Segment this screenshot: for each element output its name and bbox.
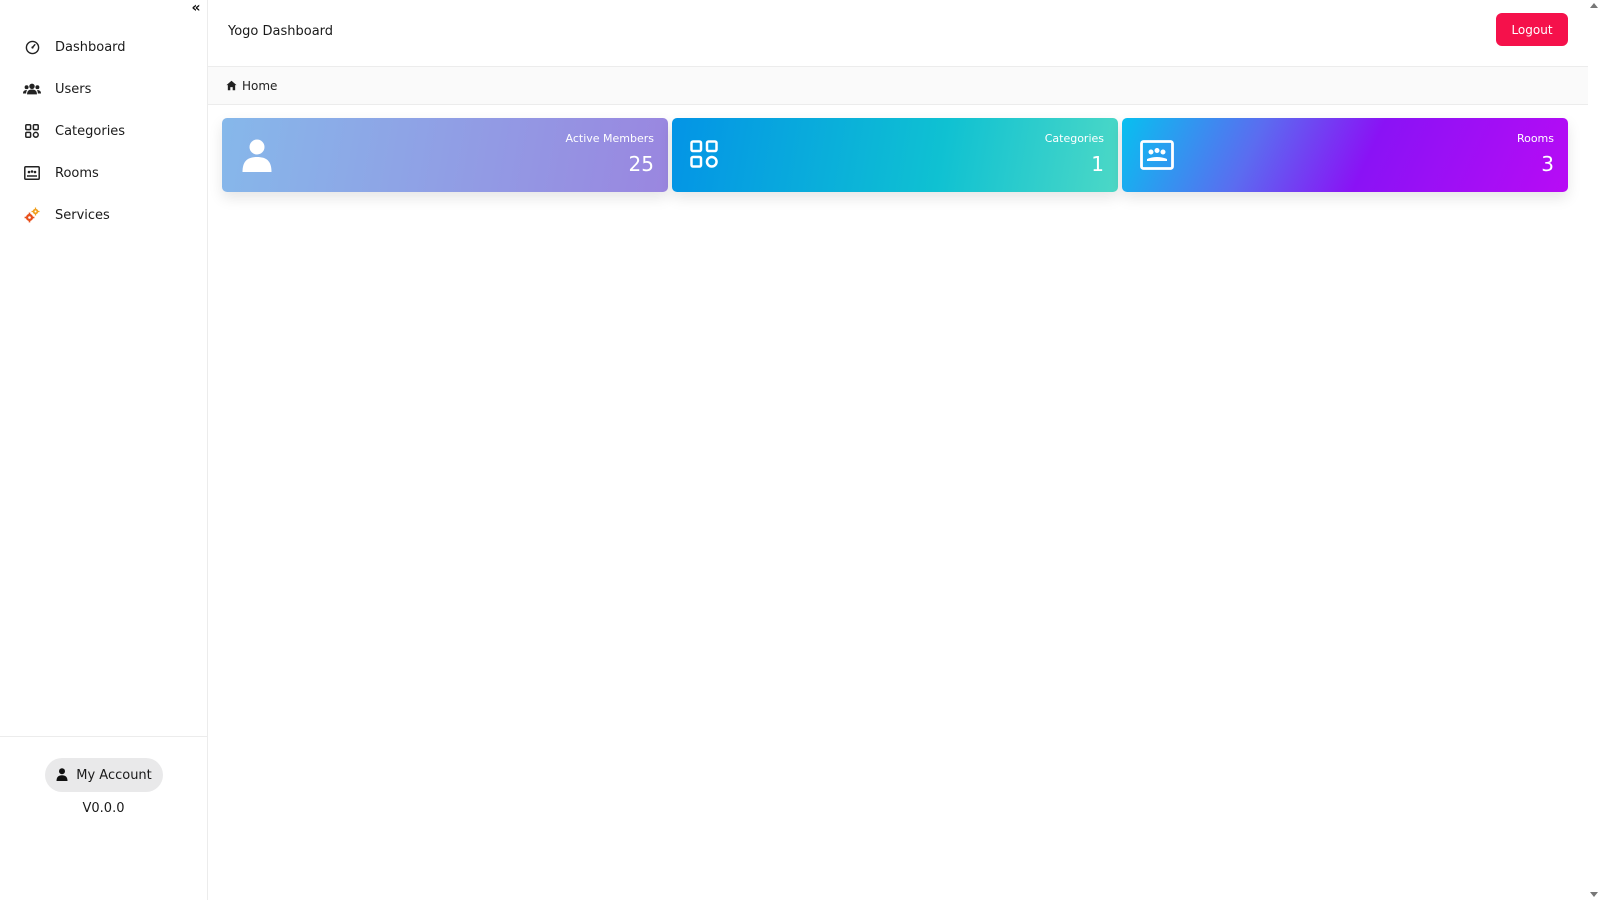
stat-card-value: 25 (628, 152, 654, 176)
my-account-button[interactable]: My Account (45, 758, 163, 792)
user-icon (56, 766, 68, 785)
stat-card-rooms[interactable]: Rooms 3 (1122, 118, 1568, 192)
sidebar-item-users[interactable]: Users (0, 68, 207, 110)
sidebar-item-categories[interactable]: Categories (0, 110, 207, 152)
sidebar-item-dashboard[interactable]: Dashboard (0, 26, 207, 68)
users-icon (23, 80, 41, 98)
scroll-down-arrow-icon[interactable] (1590, 892, 1598, 897)
sidebar-item-rooms[interactable]: Rooms (0, 152, 207, 194)
stat-card-value: 3 (1541, 152, 1554, 176)
room-icon (1140, 138, 1174, 172)
grid-icon (23, 122, 41, 140)
page-scrollbar[interactable] (1588, 0, 1600, 900)
app-root: « Dashboard Users Categories Rooms Servi… (0, 0, 1600, 900)
grid-icon (690, 138, 724, 172)
stat-card-active-members[interactable]: Active Members 25 (222, 118, 668, 192)
sidebar-item-label: Rooms (55, 165, 99, 181)
stat-cards: Active Members 25 Categories 1 Rooms 3 (222, 118, 1568, 192)
app-title: Yogo Dashboard (228, 24, 334, 39)
home-icon (226, 76, 237, 95)
user-icon (240, 138, 274, 172)
my-account-label: My Account (76, 767, 152, 783)
scroll-up-arrow-icon[interactable] (1590, 3, 1598, 8)
logout-button[interactable]: Logout (1496, 13, 1568, 46)
stat-card-label: Categories (1044, 132, 1104, 145)
top-header: Yogo Dashboard Logout (208, 0, 1588, 67)
stat-card-label: Rooms (1516, 132, 1554, 145)
stat-card-value: 1 (1091, 152, 1104, 176)
sidebar-item-label: Dashboard (55, 39, 126, 55)
breadcrumb-home[interactable]: Home (242, 79, 277, 93)
gauge-icon (23, 38, 41, 56)
sidebar-item-label: Categories (55, 123, 126, 139)
app-version: V0.0.0 (82, 801, 125, 816)
stat-card-categories[interactable]: Categories 1 (672, 118, 1118, 192)
stat-card-label: Active Members (565, 132, 655, 145)
sidebar-item-label: Services (55, 207, 110, 223)
sidebar-item-services[interactable]: Services (0, 194, 207, 236)
room-icon (23, 164, 41, 182)
sidebar-nav: Dashboard Users Categories Rooms Service… (0, 26, 207, 236)
sidebar-item-label: Users (55, 81, 92, 97)
sidebar-footer: My Account V0.0.0 (0, 736, 207, 900)
gears-icon (23, 206, 41, 224)
breadcrumb: Home (208, 67, 1588, 105)
sidebar: « Dashboard Users Categories Rooms Servi… (0, 0, 208, 900)
collapse-sidebar-button[interactable]: « (188, 0, 204, 16)
